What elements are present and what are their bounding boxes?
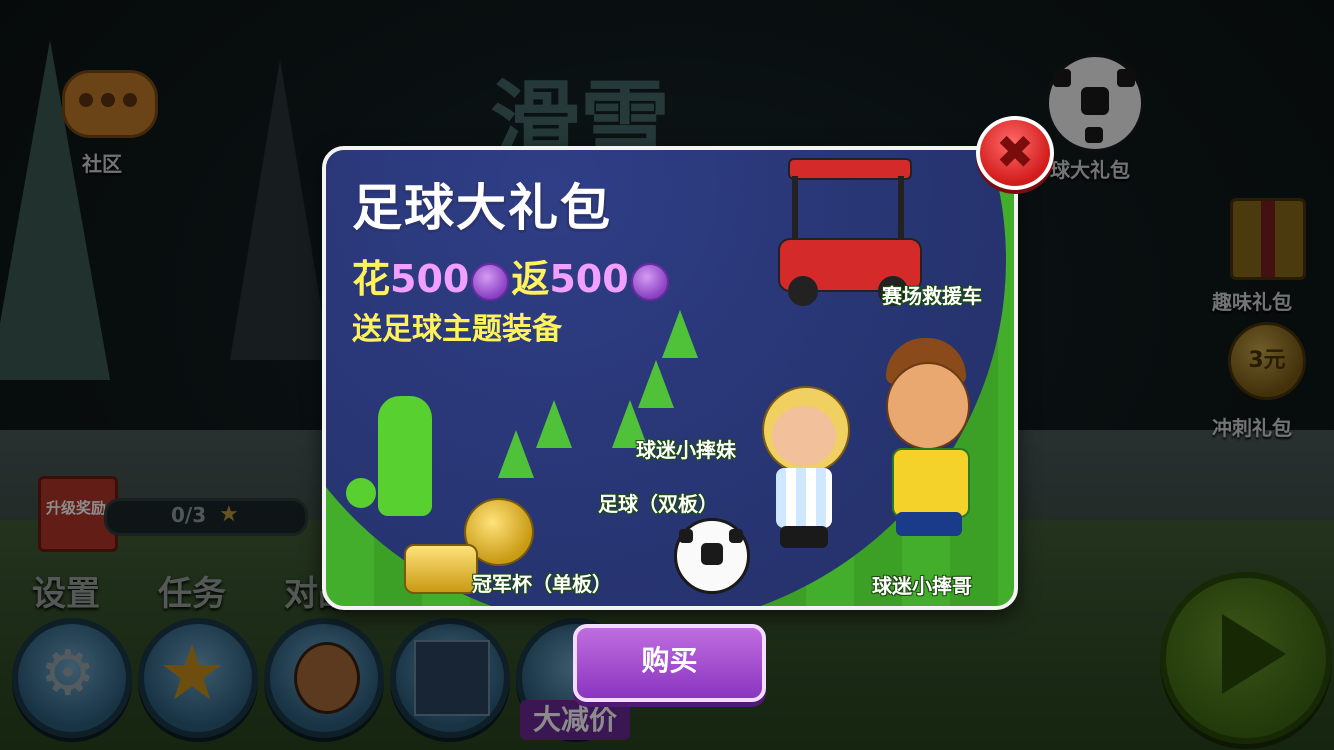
boy-fan-label: 球迷小摔哥 (872, 574, 972, 598)
buy-button[interactable]: 购买 (573, 624, 766, 702)
girl-fan-character (756, 376, 876, 576)
promo-spend-amount: 500 (390, 257, 470, 301)
promo-line: 花500 返500 (352, 248, 671, 303)
football-pack-modal: 足球大礼包 花500 返500 送足球主题装备 赛场救援车 球迷小摔妹 球迷小摔哥… (322, 146, 1018, 610)
close-button[interactable]: ✖ (976, 116, 1054, 190)
promo-return-prefix: 返 (511, 257, 550, 301)
football-label: 足球（双板） (598, 492, 718, 516)
cart-label: 赛场救援车 (882, 284, 982, 308)
promo-return-amount: 500 (549, 257, 629, 301)
pine-tree (536, 400, 572, 448)
modal-title: 足球大礼包 (352, 179, 612, 237)
close-icon: ✖ (995, 125, 1035, 179)
ball-silhouette (346, 478, 376, 508)
soccer-ball-icon (674, 518, 750, 594)
trophy-label: 冠军杯（单板） (472, 572, 612, 596)
boy-fan-character (866, 328, 1006, 558)
pine-tree (498, 430, 534, 478)
girl-fan-label: 球迷小摔妹 (636, 438, 736, 462)
coin-icon (471, 262, 510, 301)
modal-subtitle: 送足球主题装备 (352, 312, 562, 347)
coin-icon (630, 262, 669, 301)
promo-spend-prefix: 花 (352, 257, 391, 301)
pine-tree (662, 310, 698, 358)
